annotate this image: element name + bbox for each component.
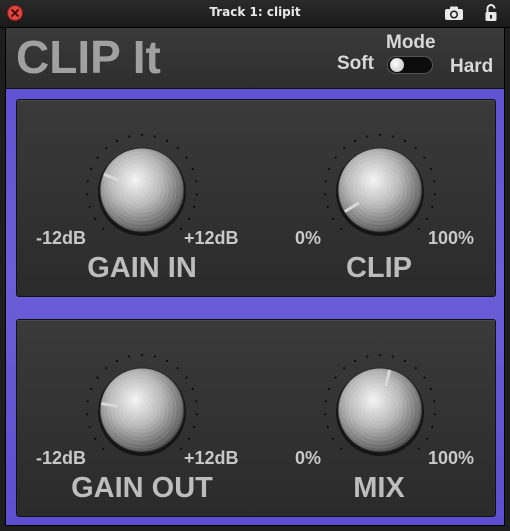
camera-icon[interactable] (444, 5, 464, 21)
mix-label: MIX (353, 472, 405, 504)
output-panel: -12dB +12dB GAIN OUT 0% 100% MIX (16, 319, 496, 517)
gain-out-label: GAIN OUT (71, 472, 213, 504)
mode-hard-label: Hard (450, 56, 494, 77)
mode-toggle[interactable] (387, 56, 433, 74)
clip-label: CLIP (345, 252, 413, 284)
clip-knob[interactable] (320, 130, 440, 250)
mode-toggle-knob[interactable] (390, 58, 404, 72)
mix-max-label: 100% (428, 448, 475, 468)
title-bar: Track 1: clipit (0, 0, 510, 28)
gain-in-max-label: +12dB (184, 228, 239, 248)
mix-knob-graphic (323, 353, 437, 456)
mix-knob[interactable] (320, 350, 440, 470)
plugin-header: CLIP It Mode Soft Hard (6, 28, 504, 89)
mode-label: Mode (386, 32, 436, 53)
lock-icon[interactable] (484, 3, 498, 23)
clip-min-label: 0% (295, 228, 322, 248)
gain-out-min-label: -12dB (36, 448, 87, 468)
clip-max-label: 100% (428, 228, 475, 248)
clip-knob-graphic (323, 133, 437, 236)
gain-in-label: GAIN IN (87, 252, 197, 284)
input-panel: -12dB +12dB GAIN IN 0% 100% CLIP (16, 99, 496, 297)
gain-out-max-label: +12dB (184, 448, 239, 468)
mix-min-label: 0% (295, 448, 322, 468)
window-title: Track 1: clipit (209, 5, 301, 19)
plugin-logo: CLIP It (16, 31, 161, 83)
plugin-body: CLIP It Mode Soft Hard -12dB +12dB GAIN … (5, 27, 505, 526)
mode-soft-label: Soft (337, 53, 374, 74)
gain-in-min-label: -12dB (36, 228, 87, 248)
